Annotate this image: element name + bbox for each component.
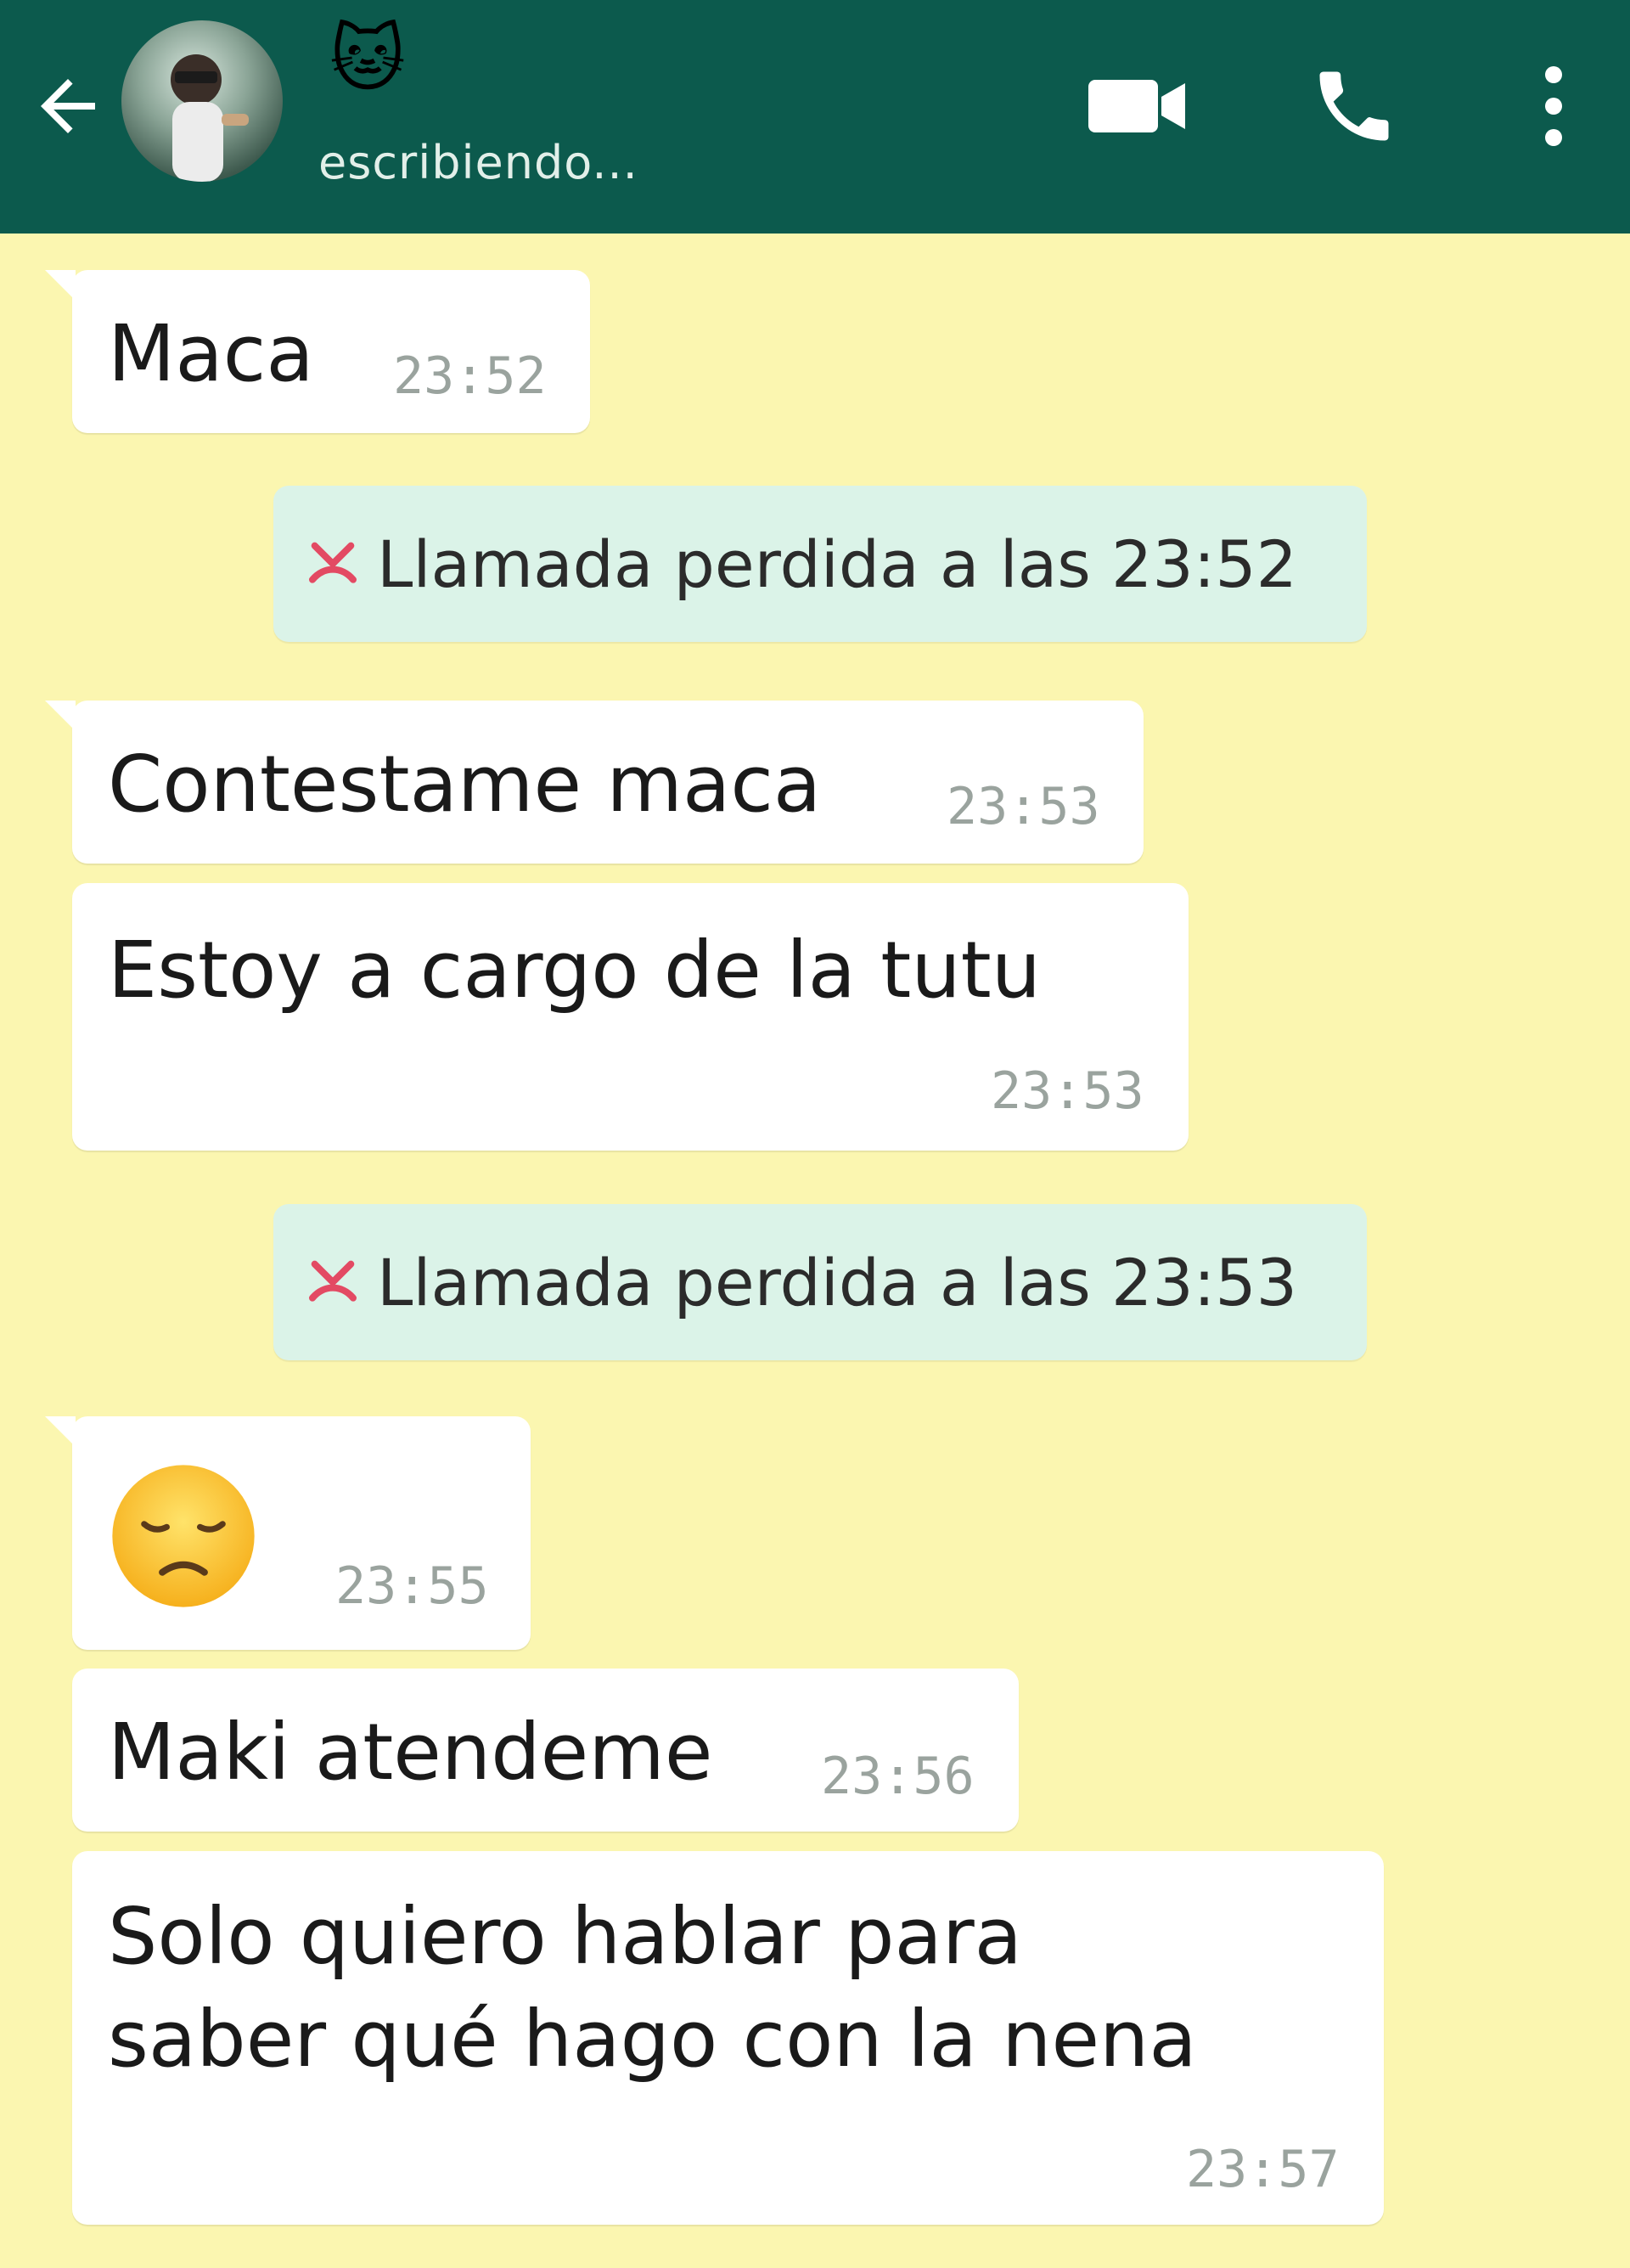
voice-call-button[interactable] bbox=[1299, 53, 1409, 159]
message-text: Contestame maca bbox=[108, 739, 822, 830]
message-text: Maki atendeme bbox=[108, 1707, 713, 1798]
message-bubble[interactable]: Solo quiero hablar para saber qué hago c… bbox=[72, 1851, 1384, 2225]
message-time: 23:57 bbox=[1186, 2140, 1340, 2199]
missed-call-icon bbox=[309, 1260, 357, 1302]
message-bubble[interactable]: Maki atendeme 23:56 bbox=[72, 1669, 1019, 1832]
missed-call-text: Llamada perdida a las 23:53 bbox=[377, 1244, 1298, 1320]
missed-call-notice: Llamada perdida a las 23:53 bbox=[273, 1204, 1367, 1360]
contact-name-emoji: 🐱 bbox=[329, 17, 406, 102]
chat-header: 🐱 escribiendo... bbox=[0, 0, 1630, 234]
video-call-button[interactable] bbox=[1078, 59, 1197, 153]
back-button[interactable] bbox=[25, 55, 110, 157]
more-vert-icon bbox=[1545, 66, 1562, 146]
message-time: 23:53 bbox=[991, 1061, 1144, 1121]
missed-call-text: Llamada perdida a las 23:52 bbox=[377, 526, 1298, 602]
message-text: Solo quiero hablar para saber qué hago c… bbox=[108, 1891, 1197, 2085]
pensive-face-emoji: 😔 bbox=[108, 1460, 259, 1612]
message-text: Estoy a cargo de la tutu bbox=[108, 925, 1042, 1016]
bubble-tail bbox=[45, 270, 76, 301]
message-text: Maca bbox=[108, 308, 314, 399]
message-bubble[interactable]: 😔 23:55 bbox=[45, 1416, 531, 1650]
message-time: 23:56 bbox=[821, 1747, 975, 1806]
missed-call-notice: Llamada perdida a las 23:52 bbox=[273, 486, 1367, 642]
missed-call-icon bbox=[309, 542, 357, 583]
pensive-face-icon bbox=[112, 1465, 255, 1607]
avatar[interactable] bbox=[121, 20, 283, 182]
menu-button[interactable] bbox=[1511, 55, 1596, 157]
message-time: 23:52 bbox=[393, 346, 547, 406]
bubble-tail bbox=[45, 701, 76, 731]
bubble-tail bbox=[45, 1416, 76, 1447]
contact-name[interactable]: 🐱 bbox=[321, 13, 414, 106]
message-bubble[interactable]: Estoy a cargo de la tutu 23:53 bbox=[72, 883, 1189, 1151]
arrow-left-icon bbox=[41, 79, 95, 133]
message-time: 23:53 bbox=[947, 777, 1100, 836]
video-camera-icon bbox=[1088, 80, 1185, 132]
message-time: 23:55 bbox=[335, 1556, 489, 1616]
avatar-image bbox=[171, 54, 249, 182]
typing-status: escribiendo... bbox=[318, 136, 638, 189]
phone-icon bbox=[1319, 71, 1389, 140]
message-bubble[interactable]: Contestame maca 23:53 bbox=[45, 701, 1144, 864]
message-bubble[interactable]: Maca 23:52 bbox=[45, 270, 590, 433]
